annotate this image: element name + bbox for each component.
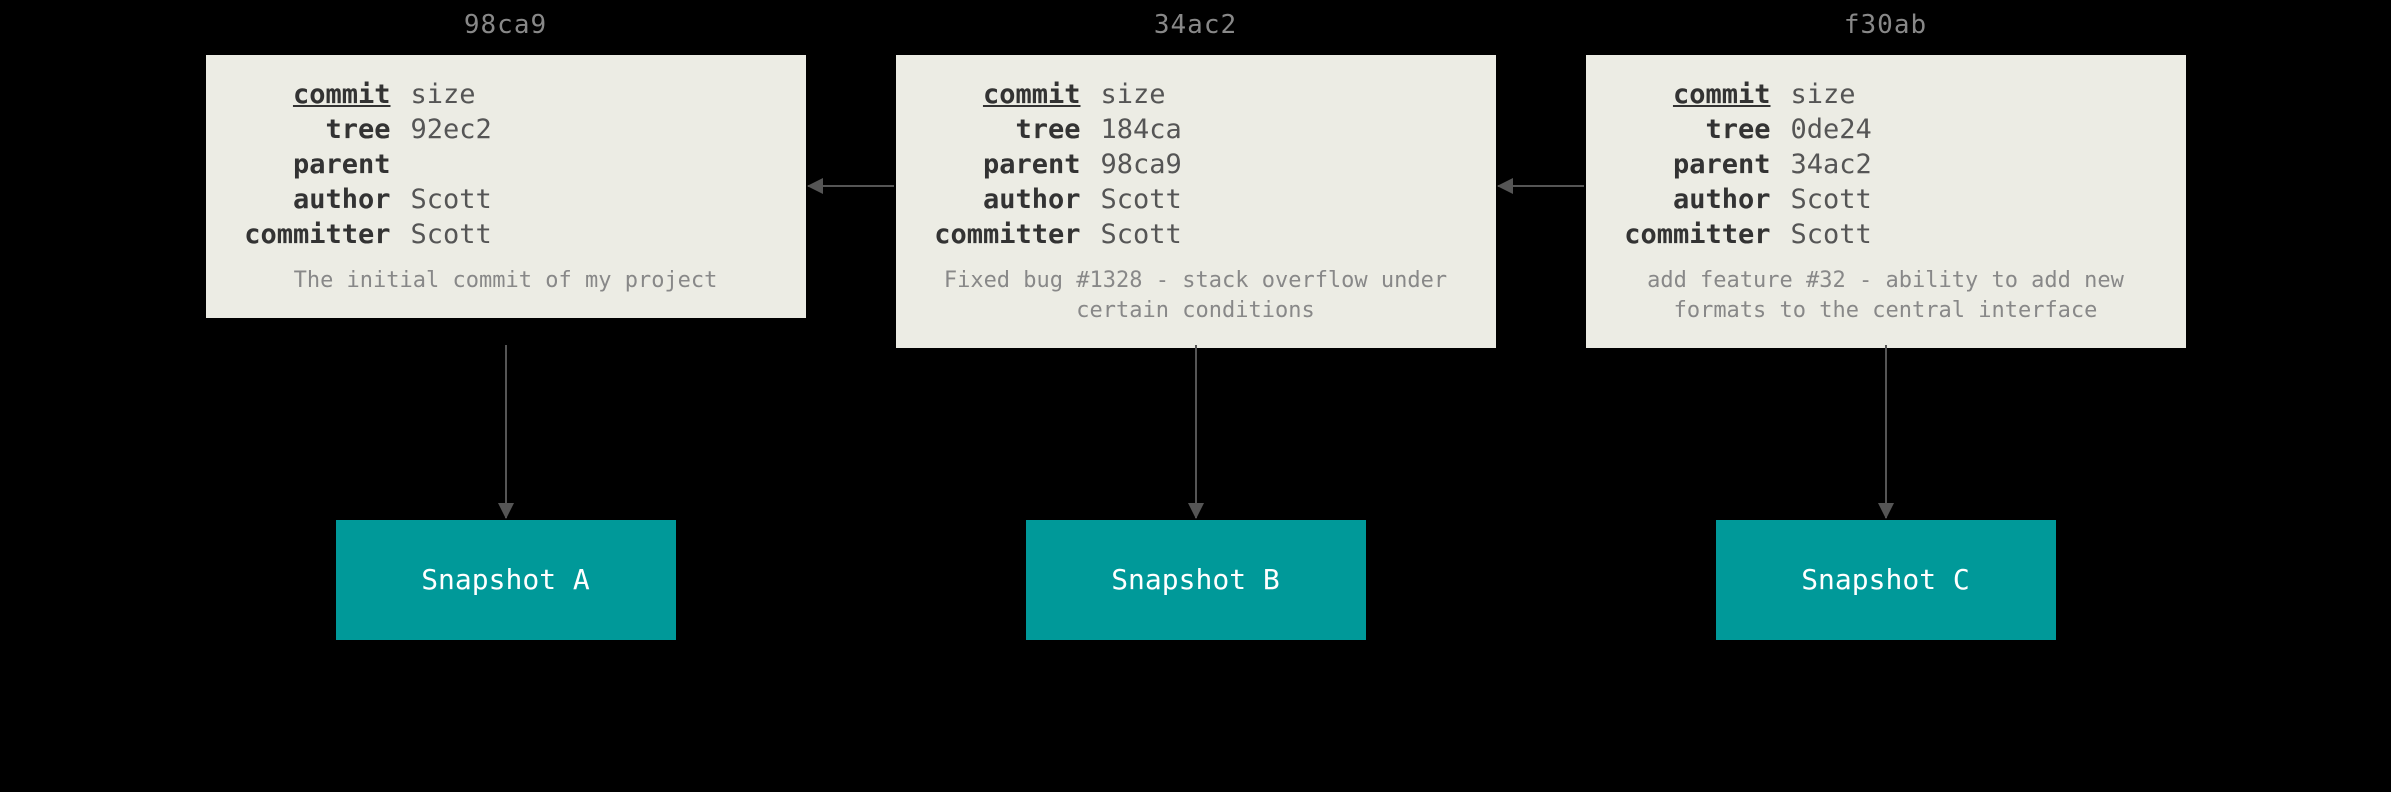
parent-field-value (411, 147, 776, 182)
committer-field-label: committer (926, 217, 1101, 252)
snapshot-arrow-icon (1195, 345, 1197, 518)
tree-field-value: 0de24 (1791, 112, 2156, 147)
snapshot-arrow-icon (1885, 345, 1887, 518)
committer-field-value: Scott (1791, 217, 2156, 252)
tree-field-label: tree (236, 112, 411, 147)
commit-object-box: commitsizetree184caparent98ca9authorScot… (896, 55, 1496, 348)
commit-field-label: commit (1616, 77, 1791, 112)
author-field-label: author (926, 182, 1101, 217)
author-field-value: Scott (411, 182, 776, 217)
commit-hash: 34ac2 (896, 10, 1496, 40)
commit-message: Fixed bug #1328 - stack overflow under c… (926, 266, 1466, 325)
commit-hash: f30ab (1586, 10, 2186, 40)
parent-field-label: parent (236, 147, 411, 182)
tree-field-label: tree (1616, 112, 1791, 147)
commit-field-value: size (1101, 77, 1466, 112)
commit-object-box: commitsizetree0de24parent34ac2authorScot… (1586, 55, 2186, 348)
author-field-label: author (236, 182, 411, 217)
snapshot-box: Snapshot C (1716, 520, 2056, 640)
parent-arrow-icon (808, 185, 894, 187)
committer-field-label: committer (236, 217, 411, 252)
author-field-value: Scott (1101, 182, 1466, 217)
committer-field-label: committer (1616, 217, 1791, 252)
commit-object-box: commitsizetree92ec2parentauthorScottcomm… (206, 55, 806, 318)
commit-field-value: size (411, 77, 776, 112)
parent-field-value: 34ac2 (1791, 147, 2156, 182)
committer-field-value: Scott (411, 217, 776, 252)
commit-field-label: commit (926, 77, 1101, 112)
snapshot-box: Snapshot A (336, 520, 676, 640)
parent-field-label: parent (1616, 147, 1791, 182)
snapshot-box: Snapshot B (1026, 520, 1366, 640)
tree-field-value: 184ca (1101, 112, 1466, 147)
commit-message: The initial commit of my project (236, 266, 776, 296)
parent-arrow-icon (1498, 185, 1584, 187)
parent-field-label: parent (926, 147, 1101, 182)
committer-field-value: Scott (1101, 217, 1466, 252)
tree-field-value: 92ec2 (411, 112, 776, 147)
author-field-label: author (1616, 182, 1791, 217)
commit-field-value: size (1791, 77, 2156, 112)
tree-field-label: tree (926, 112, 1101, 147)
commit-hash: 98ca9 (206, 10, 806, 40)
snapshot-arrow-icon (505, 345, 507, 518)
commit-message: add feature #32 - ability to add new for… (1616, 266, 2156, 325)
parent-field-value: 98ca9 (1101, 147, 1466, 182)
commit-field-label: commit (236, 77, 411, 112)
author-field-value: Scott (1791, 182, 2156, 217)
